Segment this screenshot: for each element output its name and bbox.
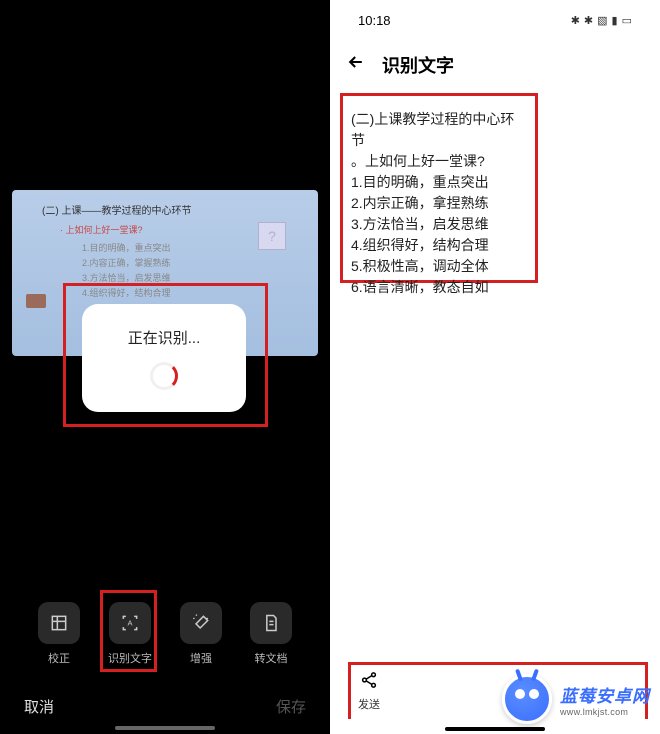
status-time: 10:18 <box>358 13 391 28</box>
back-arrow-icon <box>346 52 366 72</box>
ocr-line: (二)上课教学过程的中心环节 <box>351 109 527 151</box>
share-icon <box>360 671 378 694</box>
convert-button[interactable]: 转文档 <box>250 602 292 666</box>
ocr-line: 6.语言清晰，教态自如 <box>351 277 527 298</box>
ocr-result-box[interactable]: (二)上课教学过程的中心环节 。上如何上好一堂课? 1.目的明确，重点突出 2.… <box>340 93 538 283</box>
ocr-line: 。上如何上好一堂课? <box>351 151 527 172</box>
hd-icon: ▧ <box>597 14 607 27</box>
loading-dialog: 正在识别... <box>82 304 246 412</box>
dnd-icon: ✱ <box>571 14 580 27</box>
ocr-icon: A <box>109 602 151 644</box>
editor-panel: (二) 上课——教学过程的中心环节 · 上如何上好一堂课? 1.目的明确，重点突… <box>0 0 330 734</box>
ocr-line: 4.组织得好，结构合理 <box>351 235 527 256</box>
page-header: 识别文字 <box>330 40 660 90</box>
ocr-button[interactable]: A 识别文字 <box>108 602 152 666</box>
enhance-label: 增强 <box>190 650 212 666</box>
straighten-label: 校正 <box>48 650 70 666</box>
ocr-line: 2.内宗正确，拿捏熟练 <box>351 193 527 214</box>
captured-qr-mark: ? <box>258 222 286 250</box>
bluetooth-icon: ✱ <box>584 14 593 27</box>
convert-label: 转文档 <box>255 650 288 666</box>
watermark-title: 蓝莓安卓网 <box>560 682 650 707</box>
send-label: 发送 <box>358 696 380 712</box>
home-indicator[interactable] <box>115 726 215 730</box>
signal-icon: ▮ <box>612 14 618 27</box>
save-button[interactable]: 保存 <box>276 696 306 717</box>
convert-icon <box>250 602 292 644</box>
loading-text: 正在识别... <box>128 327 201 348</box>
watermark: 蓝莓安卓网 www.lmkjst.com <box>502 674 650 724</box>
toolbar: 校正 A 识别文字 增强 转文档 <box>0 602 330 666</box>
straighten-button[interactable]: 校正 <box>38 602 80 666</box>
enhance-button[interactable]: 增强 <box>180 602 222 666</box>
send-button[interactable]: 发送 <box>358 671 380 712</box>
captured-page-corner <box>26 294 46 308</box>
ocr-line: 5.积极性高，调动全体 <box>351 256 527 277</box>
ocr-label: 识别文字 <box>108 650 152 666</box>
captured-line: 2.内容正确，掌握熟练 <box>12 255 318 270</box>
cancel-button[interactable]: 取消 <box>24 696 54 717</box>
watermark-logo-icon <box>502 674 552 724</box>
ocr-line: 1.目的明确，重点突出 <box>351 172 527 193</box>
back-button[interactable] <box>346 52 366 78</box>
svg-text:A: A <box>127 619 132 628</box>
watermark-url: www.lmkjst.com <box>560 707 628 717</box>
status-bar: 10:18 ✱ ✱ ▧ ▮ ▭ <box>330 0 660 40</box>
straighten-icon <box>38 602 80 644</box>
page-title: 识别文字 <box>382 52 454 78</box>
battery-icon: ▭ <box>622 14 632 27</box>
enhance-icon <box>180 602 222 644</box>
ocr-line: 3.方法恰当，启发思维 <box>351 214 527 235</box>
loading-spinner-icon <box>150 362 178 390</box>
captured-header-text: (二) 上课——教学过程的中心环节 <box>12 190 318 223</box>
home-indicator[interactable] <box>445 727 545 731</box>
status-icons: ✱ ✱ ▧ ▮ ▭ <box>571 14 632 27</box>
